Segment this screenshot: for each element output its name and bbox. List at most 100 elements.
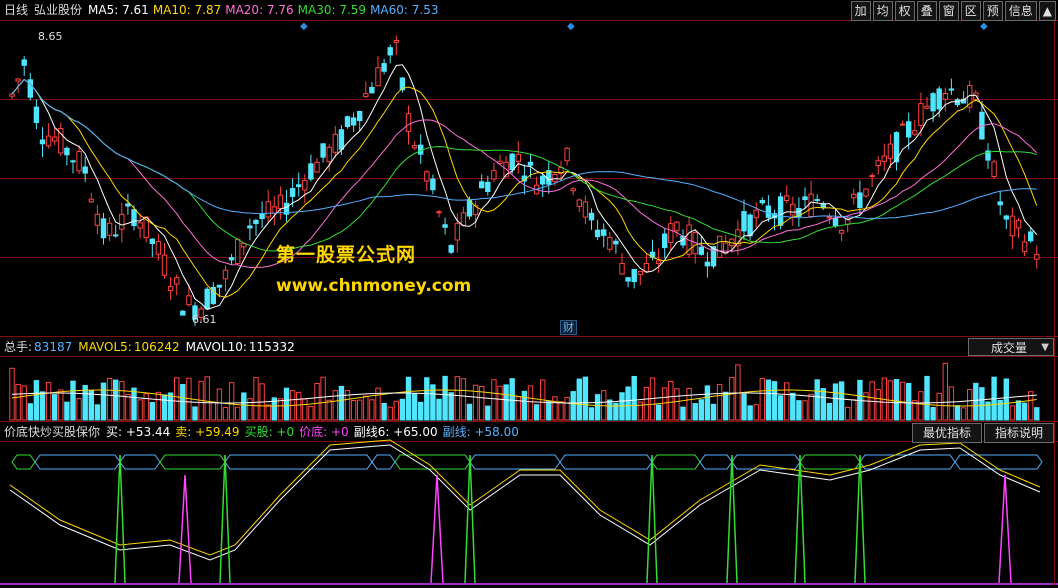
candle-body	[106, 222, 113, 236]
candle-body	[174, 277, 180, 285]
candle-body	[137, 222, 143, 229]
candle-body	[45, 135, 52, 147]
candle-body	[814, 199, 820, 202]
volume-bar	[94, 404, 101, 421]
stock-chart[interactable]	[0, 0, 1058, 588]
volume-bar	[491, 379, 497, 421]
volume-bar	[58, 389, 64, 421]
volume-bar	[668, 380, 674, 421]
toolbar-button[interactable]: 均	[872, 1, 893, 21]
volume-bar	[777, 395, 784, 421]
candle-body	[851, 193, 857, 199]
candle-body	[235, 238, 241, 264]
financial-marker[interactable]: 财	[560, 320, 577, 335]
toolbar-button[interactable]: 加	[850, 1, 871, 21]
candle-body	[228, 257, 235, 261]
candle-body	[216, 284, 223, 288]
volume-bar	[357, 399, 363, 421]
candle-body	[991, 161, 997, 178]
signal-cell	[11, 454, 36, 470]
toolbar-button[interactable]: ▲	[1038, 1, 1056, 21]
period-label[interactable]: 日线	[4, 0, 28, 20]
candle-body	[161, 254, 168, 276]
signal-cell	[731, 454, 801, 470]
candle-body	[802, 196, 808, 201]
indicator-button[interactable]: 最优指标	[911, 423, 982, 443]
toolbar-button[interactable]: 叠	[916, 1, 937, 21]
volume-bar	[918, 391, 924, 421]
candle-body	[88, 198, 94, 203]
candle-body	[82, 166, 88, 174]
event-marker-icon[interactable]: ◆	[567, 21, 575, 32]
candle-body	[698, 246, 704, 255]
volume-bar	[210, 401, 217, 421]
volume-bar	[753, 404, 759, 421]
volume-bar	[314, 382, 320, 421]
indicator-button[interactable]: 指标说明	[983, 423, 1054, 443]
candle-body	[637, 270, 643, 276]
volume-bar	[832, 383, 839, 421]
candle-body	[393, 39, 400, 43]
high-price-label: 8.65	[38, 30, 63, 43]
volume-bar	[899, 381, 906, 421]
candle-body	[936, 88, 942, 110]
candle-body	[411, 145, 418, 149]
toolbar-button[interactable]: 窗	[938, 1, 959, 21]
volume-bar	[277, 398, 284, 421]
candle-body	[302, 179, 308, 191]
candle-body	[594, 229, 601, 238]
buy-signal-spike	[114, 454, 126, 584]
volume-bar	[790, 392, 796, 421]
candle-body	[448, 244, 454, 253]
candle-body	[948, 88, 955, 91]
volume-bar	[802, 400, 808, 421]
candle-body	[540, 175, 546, 185]
candle-body	[662, 233, 668, 249]
candle-body	[222, 269, 229, 280]
volume-bar	[393, 400, 400, 421]
toolbar-button[interactable]: 权	[894, 1, 915, 21]
candle-body	[21, 59, 27, 66]
toolbar-button[interactable]: 区	[960, 1, 981, 21]
candle-body	[509, 153, 515, 171]
volume-bar	[588, 407, 595, 421]
candle-body	[1021, 241, 1028, 253]
candle-body	[454, 223, 461, 241]
candle-body	[832, 217, 839, 226]
event-marker-icon[interactable]: ◆	[980, 21, 988, 32]
volume-bar	[253, 377, 259, 421]
candle-body	[1034, 253, 1040, 260]
volume-bar	[436, 398, 442, 421]
candle-body	[491, 170, 497, 180]
volume-bar	[582, 376, 589, 421]
stock-name: 弘业股份	[34, 3, 83, 17]
candle-body	[296, 184, 302, 188]
volume-bar	[796, 400, 802, 421]
toolbar-button[interactable]: 信息	[1004, 1, 1037, 21]
volume-bar	[527, 385, 534, 421]
volume-bar	[448, 392, 454, 421]
volume-bar	[503, 384, 509, 421]
event-marker-icon[interactable]: ◆	[300, 21, 308, 32]
volume-bar	[564, 396, 570, 421]
volume-indicator-label: 成交量	[991, 341, 1028, 355]
volume-bar	[497, 385, 503, 421]
volume-indicator-select[interactable]: 成交量 ▼	[968, 338, 1054, 356]
buy-signal-spike	[726, 454, 738, 584]
volume-bar	[283, 387, 290, 421]
candle-body	[552, 173, 558, 182]
candle-body	[149, 238, 156, 245]
candle-body	[912, 130, 918, 135]
volume-bar	[710, 403, 717, 421]
volume-bar	[838, 381, 845, 421]
candle-body	[674, 221, 680, 232]
volume-bar	[15, 383, 21, 421]
volume-bar	[967, 389, 973, 421]
volume-bar	[509, 378, 515, 421]
toolbar-button[interactable]: 预	[982, 1, 1003, 21]
candle-body	[131, 209, 137, 227]
volume-bar	[674, 388, 680, 421]
candle-body	[277, 194, 284, 209]
candle-body	[460, 212, 467, 226]
candle-body	[320, 143, 326, 158]
